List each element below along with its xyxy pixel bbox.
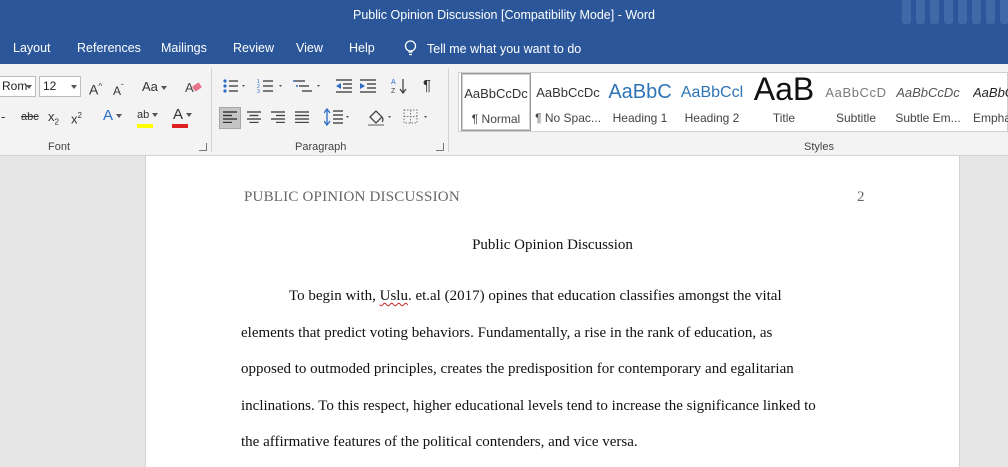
lightbulb-icon xyxy=(404,40,417,56)
shading-icon[interactable] xyxy=(367,108,395,126)
highlight-color-bar xyxy=(137,124,153,128)
style-sample: AaBbCcDc xyxy=(464,86,528,101)
tab-layout[interactable]: Layout xyxy=(13,41,51,55)
tab-help[interactable]: Help xyxy=(349,41,375,55)
style-name: Subtle Em... xyxy=(895,111,961,125)
tab-references[interactable]: References xyxy=(77,41,141,55)
superscript-icon[interactable]: x2 xyxy=(71,108,82,127)
style-subtle-emphasis[interactable]: AaBbCcDc Subtle Em... xyxy=(893,73,963,131)
font-size-value: 12 xyxy=(43,79,57,93)
style-sample: AaBbCcl xyxy=(680,84,744,101)
change-case-icon[interactable]: Aa xyxy=(142,79,167,95)
style-subtitle[interactable]: AaBbCcD Subtitle xyxy=(821,73,891,131)
clear-formatting-icon[interactable]: A xyxy=(185,79,203,95)
style-normal[interactable]: AaBbCcDc ¶ Normal xyxy=(461,73,531,131)
document-title: Public Opinion Discussion xyxy=(472,237,633,253)
style-sample: AaBbCcD xyxy=(825,85,887,100)
spelling-flagged-word[interactable]: Uslu xyxy=(380,288,408,304)
line-spacing-icon[interactable] xyxy=(324,108,352,126)
style-name: Heading 2 xyxy=(684,111,740,125)
page-header: PUBLIC OPINION DISCUSSION xyxy=(244,189,460,205)
paragraph-line: the affirmative features of the politica… xyxy=(241,434,638,450)
line-text: . et.al (2017) opines that education cla… xyxy=(407,288,782,304)
paragraph-line: To begin with, Uslu. et.al (2017) opines… xyxy=(289,288,782,305)
bold-partial-icon[interactable]: - xyxy=(1,109,5,125)
style-name: Title xyxy=(772,111,796,125)
window-title: Public Opinion Discussion [Compatibility… xyxy=(353,8,655,22)
group-separator xyxy=(211,68,212,152)
style-name: Subtitle xyxy=(835,111,877,125)
style-title[interactable]: AaB Title xyxy=(749,73,819,131)
tell-me-box[interactable]: Tell me what you want to do xyxy=(403,40,581,57)
style-name: ¶ No Spac... xyxy=(535,111,601,125)
style-sample: AaBbCcDc xyxy=(896,85,960,100)
strikethrough-icon[interactable]: abc xyxy=(21,109,39,125)
style-heading-2[interactable]: AaBbCcl Heading 2 xyxy=(677,73,747,131)
style-name: Empha... xyxy=(973,111,1008,125)
word-window: Public Opinion Discussion [Compatibility… xyxy=(0,0,1008,467)
tab-mailings[interactable]: Mailings xyxy=(161,41,207,55)
line-text: To begin with, xyxy=(289,288,380,304)
grow-font-icon[interactable]: A^ xyxy=(89,79,102,98)
justify-icon[interactable] xyxy=(295,111,309,123)
styles-gallery: AaBbCcDc ¶ Normal AaBbCcDc ¶ No Spac... … xyxy=(458,72,1008,132)
align-center-icon[interactable] xyxy=(247,111,261,123)
align-right-icon[interactable] xyxy=(271,111,285,123)
font-name-value: Rom xyxy=(2,79,28,93)
tab-review[interactable]: Review xyxy=(233,41,274,55)
bullets-icon[interactable] xyxy=(222,78,248,94)
sort-icon[interactable]: A Z xyxy=(391,77,407,95)
show-formatting-marks-icon[interactable]: ¶ xyxy=(423,78,431,94)
ribbon: Rom 12 A^ Aˇ Aa A - abc x2 x2 A ab A Fon… xyxy=(0,64,1008,156)
svg-text:3: 3 xyxy=(257,89,260,94)
font-size-box[interactable]: 12 xyxy=(39,76,81,97)
font-group-label: Font xyxy=(48,141,71,153)
title-bar: Public Opinion Discussion [Compatibility… xyxy=(0,0,1008,32)
style-sample: AaBbC xyxy=(608,81,672,103)
multilevel-list-icon[interactable] xyxy=(293,78,323,94)
subscript-icon[interactable]: x2 xyxy=(48,109,59,131)
paragraph-line: elements that predict voting behaviors. … xyxy=(241,325,773,341)
font-color-bar xyxy=(172,124,188,128)
paragraph-dialog-launcher[interactable] xyxy=(436,143,444,151)
font-name-box[interactable]: Rom xyxy=(0,76,36,97)
font-dialog-launcher[interactable] xyxy=(199,143,207,151)
numbering-icon[interactable]: 123 xyxy=(257,78,285,94)
page-number: 2 xyxy=(857,189,865,205)
style-heading-1[interactable]: AaBbC Heading 1 xyxy=(605,73,675,131)
decrease-indent-icon[interactable] xyxy=(335,78,353,94)
font-color-icon[interactable]: A xyxy=(173,107,193,123)
style-emphasis[interactable]: AaBbCcDc Empha... xyxy=(965,73,1008,131)
align-left-icon[interactable] xyxy=(223,111,237,123)
style-sample: AaB xyxy=(753,73,815,107)
tab-view[interactable]: View xyxy=(296,41,323,55)
styles-group-label: Styles xyxy=(804,141,834,153)
style-sample: AaBbCcDc xyxy=(973,85,1008,100)
style-name: Heading 1 xyxy=(612,111,668,125)
group-separator xyxy=(448,68,449,152)
document-area: PUBLIC OPINION DISCUSSION 2 Public Opini… xyxy=(0,156,1008,467)
tell-me-text: Tell me what you want to do xyxy=(427,41,582,56)
style-name: ¶ Normal xyxy=(471,112,521,126)
title-bar-pattern xyxy=(898,0,1008,32)
svg-text:Z: Z xyxy=(391,88,396,95)
increase-indent-icon[interactable] xyxy=(359,78,377,94)
shrink-font-icon[interactable]: Aˇ xyxy=(113,80,124,99)
borders-icon[interactable] xyxy=(403,109,431,125)
paragraph-group-label: Paragraph xyxy=(295,141,347,153)
text-effects-icon[interactable]: A xyxy=(103,108,123,124)
svg-text:A: A xyxy=(391,79,396,86)
style-sample: AaBbCcDc xyxy=(536,85,600,100)
style-no-spacing[interactable]: AaBbCcDc ¶ No Spac... xyxy=(533,73,603,131)
paragraph-line: inclinations. To this respect, higher ed… xyxy=(241,398,816,414)
paragraph-line: opposed to outmoded principles, creates … xyxy=(241,361,794,377)
document-page[interactable]: PUBLIC OPINION DISCUSSION 2 Public Opini… xyxy=(145,156,960,467)
ribbon-tabs: Layout References Mailings Review View H… xyxy=(0,32,1008,64)
highlight-icon[interactable]: ab xyxy=(137,107,159,123)
